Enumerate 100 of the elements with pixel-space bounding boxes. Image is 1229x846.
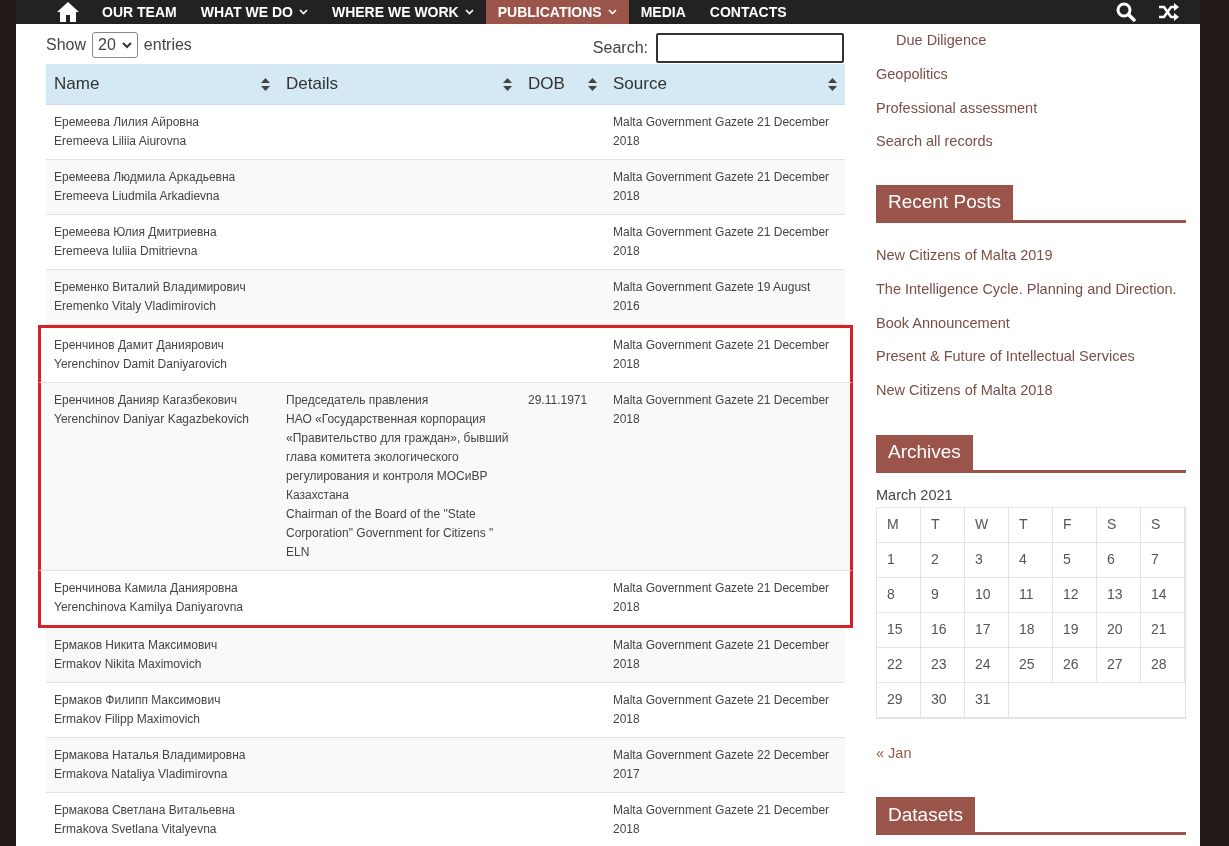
person-name-russian: Ермаков Никита Максимович [54, 637, 219, 654]
calendar-day[interactable]: 11 [1009, 577, 1053, 613]
person-name-english: Ermakova Nataliya Vladimirovna [54, 766, 229, 783]
search-icon[interactable] [1116, 2, 1136, 22]
weekday-header: W [965, 507, 1009, 543]
weekday-header: S [1097, 507, 1141, 543]
category-link[interactable]: Professional assessment [876, 97, 1038, 120]
page-size-select[interactable]: 20 [92, 32, 138, 58]
person-name-english: Eremeeva Iuliia Dmitrievna [54, 243, 199, 260]
category-link[interactable]: Due Diligence [876, 30, 987, 52]
source-text: Malta Government Gazete 21 December 2018 [613, 693, 830, 726]
nav-item[interactable]: CONTACTS [697, 0, 799, 24]
calendar-day[interactable]: 6 [1097, 542, 1141, 578]
calendar-day[interactable]: 24 [965, 647, 1009, 683]
person-name-english: Eremeeva Liliia Aiurovna [54, 133, 188, 150]
calendar-day[interactable]: 10 [965, 577, 1009, 613]
column-header[interactable]: Details [278, 64, 520, 104]
column-header[interactable]: DOB [520, 64, 605, 104]
calendar-day[interactable]: 28 [1141, 647, 1185, 683]
calendar-day[interactable]: 22 [877, 647, 921, 683]
calendar-day[interactable]: 30 [921, 682, 965, 718]
recent-post-link[interactable]: Present & Future of Intellectual Services [876, 346, 1135, 368]
calendar-day[interactable]: 17 [965, 612, 1009, 648]
weekday-header: F [1053, 507, 1097, 543]
recent-post-link[interactable]: Book Announcement [876, 312, 1010, 335]
person-name-russian: Еременко Виталий Владимирович [54, 279, 247, 296]
calendar-day[interactable]: 8 [877, 577, 921, 613]
weekday-header: M [877, 507, 921, 543]
chevron-down-icon [298, 9, 308, 15]
calendar-day[interactable]: 20 [1097, 612, 1141, 648]
weekday-header: T [921, 507, 965, 543]
nav-item[interactable]: PUBLICATIONS [485, 0, 629, 24]
source-text: Malta Government Gazete 21 December 2018 [613, 115, 830, 148]
calendar-day[interactable]: 3 [965, 542, 1009, 578]
previous-month-link[interactable]: « Jan [876, 742, 912, 765]
calendar-day[interactable]: 2 [921, 542, 965, 578]
calendar-day[interactable]: 27 [1097, 647, 1141, 683]
calendar-day[interactable]: 18 [1009, 612, 1053, 648]
calendar-day[interactable]: 9 [921, 577, 965, 613]
person-name-english: Eremeeva Liudmila Arkadievna [54, 188, 221, 205]
entries-label: entries [143, 35, 192, 55]
person-name-english: Ermakov Nikita Maximovich [54, 656, 203, 673]
widget-title: Recent Posts [876, 185, 1013, 220]
person-name-russian: Ермакова Наталья Владимировна [54, 747, 247, 764]
search-label: Search: [592, 38, 648, 58]
source-text: Malta Government Gazete 21 December 2018 [613, 581, 830, 614]
source-text: Malta Government Gazete 21 December 2018 [613, 338, 830, 371]
person-name-english: Yerenchinov Daniyar Kagazbekovich [54, 411, 250, 428]
calendar-day[interactable]: 16 [921, 612, 965, 648]
calendar-day[interactable]: 5 [1053, 542, 1097, 578]
search-field[interactable] [656, 33, 844, 63]
calendar-day[interactable]: 31 [965, 682, 1009, 718]
recent-post-link[interactable]: New Citizens of Malta 2018 [876, 380, 1053, 402]
show-label: Show [46, 35, 87, 55]
calendar-day[interactable]: 7 [1141, 542, 1185, 578]
weekday-header: T [1009, 507, 1053, 543]
chevron-down-icon [464, 9, 474, 15]
nav-item[interactable]: MEDIA [628, 0, 698, 24]
recent-post-link[interactable]: The Intelligence Cycle. Planning and Direction. [876, 278, 1177, 301]
calendar-caption: March 2021 [876, 485, 954, 505]
person-name-russian: Еремеева Юлия Дмитриевна [54, 224, 218, 241]
category-link[interactable]: Geopolitics [876, 63, 948, 86]
source-text: Malta Government Gazete 21 December 2018 [613, 638, 830, 671]
calendar-day[interactable]: 4 [1009, 542, 1053, 578]
nav-item[interactable]: WHAT WE DO [188, 0, 320, 24]
calendar-day[interactable]: 21 [1141, 612, 1185, 648]
sort-icon [588, 77, 597, 91]
column-header[interactable]: Source [605, 64, 845, 104]
person-name-english: Yerenchinov Damit Daniyarovich [54, 356, 228, 373]
calendar-day[interactable]: 13 [1097, 577, 1141, 613]
nav-item[interactable]: OUR TEAM [90, 0, 189, 24]
person-name-russian: Еренчинов Данияр Кагазбекович [54, 392, 239, 409]
widget-title: Datasets [876, 797, 975, 833]
source-text: Malta Government Gazete 21 December 2018 [613, 170, 830, 203]
person-name-russian: Еренчинова Камила Данияровна [54, 580, 239, 597]
calendar-day[interactable]: 19 [1053, 612, 1097, 648]
person-name-russian: Еремеева Лилия Айровна [54, 114, 201, 131]
weekday-header: S [1141, 507, 1185, 543]
calendar-day[interactable]: 26 [1053, 647, 1097, 683]
source-text: Malta Government Gazete 21 December 2018 [613, 225, 830, 258]
person-name-russian: Еремеева Людмила Аркадьевна [54, 169, 237, 186]
shuffle-icon[interactable] [1158, 2, 1180, 22]
calendar-day[interactable]: 29 [877, 682, 921, 718]
chevron-down-icon [607, 9, 617, 15]
person-name-english: Yerenchinova Kamilya Daniyarovna [54, 599, 244, 616]
source-text: Malta Government Gazete 19 August 2016 [613, 280, 811, 313]
person-name-english: Ermakova Svetlana Vitalyevna [54, 821, 218, 838]
calendar-day[interactable]: 14 [1141, 577, 1185, 613]
calendar-day[interactable]: 25 [1009, 647, 1053, 683]
recent-post-link[interactable]: New Citizens of Malta 2019 [876, 245, 1053, 267]
source-text: Malta Government Gazete 21 December 2018 [613, 803, 830, 836]
person-name-russian: Ермакова Светлана Витальевна [54, 802, 236, 819]
home-icon[interactable] [56, 0, 80, 24]
nav-item[interactable]: WHERE WE WORK [319, 0, 486, 24]
calendar-day[interactable]: 23 [921, 647, 965, 683]
calendar-day[interactable]: 15 [877, 612, 921, 648]
calendar-day[interactable]: 1 [877, 542, 921, 578]
calendar-day[interactable]: 12 [1053, 577, 1097, 613]
column-header[interactable]: Name [46, 64, 278, 104]
category-link[interactable]: Search all records [876, 131, 993, 153]
